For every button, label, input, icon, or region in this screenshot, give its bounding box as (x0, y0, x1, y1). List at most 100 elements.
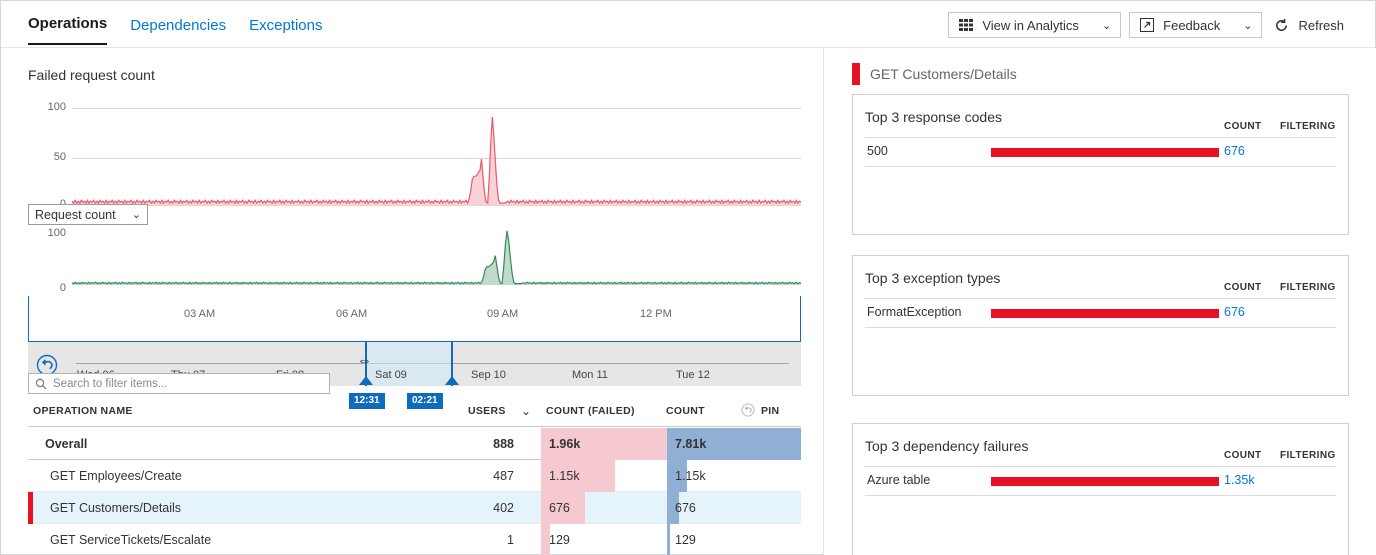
view-in-analytics-button[interactable]: View in Analytics ⌄ (948, 12, 1121, 38)
card-col-filtering: FILTERING (1280, 450, 1336, 461)
card-title: Top 3 dependency failures (865, 438, 1028, 454)
operation-color-swatch (852, 63, 860, 85)
x-tick: 03 AM (184, 308, 215, 320)
row-users: 487 (464, 469, 514, 483)
search-input[interactable] (53, 378, 323, 390)
card-row-bar (991, 309, 1219, 318)
card-col-filtering: FILTERING (1280, 121, 1336, 132)
row-count-failed: 129 (549, 533, 570, 547)
table-row[interactable]: GET Employees/Create 487 1.15k 1.15k (28, 460, 801, 492)
row-users: 402 (464, 501, 514, 515)
filter-search-box[interactable] (28, 373, 330, 394)
card-row[interactable]: 500 676 (865, 138, 1336, 166)
left-pane: Failed request count 100 50 0 Request co… (1, 48, 823, 555)
row-count-cell: 7.81k (667, 428, 801, 460)
y-tick: 100 (28, 101, 66, 113)
row-count-failed-cell: 1.15k (541, 460, 667, 492)
row-count-cell: 129 (667, 524, 801, 555)
table-row[interactable]: Overall 888 1.96k 7.81k (28, 428, 801, 460)
metric-select[interactable]: Request count ⌄ (28, 204, 148, 225)
table-row[interactable]: GET ServiceTickets/Escalate 1 129 129 (28, 524, 801, 555)
row-count: 7.81k (675, 437, 706, 451)
x-tick: 06 AM (336, 308, 367, 320)
row-count: 676 (675, 501, 696, 515)
feedback-button[interactable]: Feedback ⌄ (1129, 12, 1262, 38)
search-icon (35, 378, 47, 390)
row-operation-name: Overall (45, 437, 87, 451)
top-dependency-failures-card: Top 3 dependency failures COUNT FILTERIN… (852, 423, 1349, 555)
y-tick: 100 (28, 227, 66, 239)
scrubber-day: Sep 10 (471, 369, 506, 381)
row-count-failed: 1.96k (549, 437, 580, 451)
row-count-failed-cell: 129 (541, 524, 667, 555)
refresh-label: Refresh (1298, 18, 1344, 33)
col-count-failed[interactable]: COUNT (FAILED) (546, 405, 635, 417)
time-axis: 03 AM 06 AM 09 AM 12 PM (28, 296, 801, 342)
col-operation-name[interactable]: OPERATION NAME (33, 405, 133, 417)
card-row-label: 500 (867, 144, 888, 158)
failed-chart-title: Failed request count (28, 67, 155, 83)
card-row-bar (991, 148, 1219, 157)
card-row-count[interactable]: 1.35k (1224, 473, 1255, 487)
row-users: 888 (464, 437, 514, 451)
card-col-count: COUNT (1224, 121, 1262, 132)
selected-operation-header: GET Customers/Details (852, 63, 1017, 85)
row-count-failed-cell: 1.96k (541, 428, 667, 460)
selected-row-indicator (28, 492, 33, 524)
tab-bar: Operations Dependencies Exceptions (28, 15, 322, 45)
y-tick: 0 (28, 282, 66, 294)
card-row-label: Azure table (867, 473, 930, 487)
y-tick: 50 (28, 151, 66, 163)
feedback-label: Feedback (1163, 18, 1220, 33)
chevron-down-icon: ⌄ (1102, 19, 1111, 32)
row-count-failed: 676 (549, 501, 570, 515)
card-title: Top 3 response codes (865, 109, 1002, 125)
card-row[interactable]: Azure table 1.35k (865, 467, 1336, 495)
request-count-chart: 100 0 (28, 230, 801, 295)
tab-operations[interactable]: Operations (28, 15, 107, 45)
range-handle-left[interactable] (359, 376, 373, 385)
row-count-failed-cell: 676 (541, 492, 667, 524)
scrubber-day: Tue 12 (676, 369, 710, 381)
tab-exceptions[interactable]: Exceptions (249, 17, 322, 45)
row-operation-name: GET ServiceTickets/Escalate (50, 533, 211, 547)
chevron-down-icon: ⌄ (1243, 19, 1252, 32)
x-tick: 12 PM (640, 308, 672, 320)
row-operation-name: GET Employees/Create (50, 469, 182, 483)
table-row[interactable]: GET Customers/Details 402 676 676 (28, 492, 801, 524)
card-col-count: COUNT (1224, 282, 1262, 293)
request-series-plot (72, 230, 801, 295)
operations-table-header: OPERATION NAME USERS ⌄ COUNT (FAILED) CO… (28, 403, 801, 427)
card-row[interactable]: FormatException 676 (865, 299, 1336, 327)
card-row-count[interactable]: 676 (1224, 305, 1245, 319)
card-col-filtering: FILTERING (1280, 282, 1336, 293)
refresh-button[interactable]: Refresh (1270, 12, 1353, 38)
top-response-codes-card: Top 3 response codes COUNT FILTERING 500… (852, 94, 1349, 235)
tab-dependencies[interactable]: Dependencies (130, 17, 226, 45)
row-count: 129 (675, 533, 696, 547)
count-bar (667, 524, 670, 555)
row-count-failed: 1.15k (549, 469, 580, 483)
sort-chevron-down-icon[interactable]: ⌄ (521, 404, 531, 418)
horizontal-resize-cursor-icon: ⇔ (357, 352, 372, 369)
chevron-down-icon: ⌄ (132, 208, 141, 221)
col-count[interactable]: COUNT (666, 405, 705, 417)
selected-operation-name: GET Customers/Details (870, 66, 1017, 82)
col-users[interactable]: USERS (468, 405, 506, 417)
external-link-icon (1139, 18, 1154, 33)
analytics-grid-icon (958, 18, 973, 33)
card-col-count: COUNT (1224, 450, 1262, 461)
pin-reset-icon[interactable] (741, 403, 755, 417)
metric-select-value: Request count (35, 208, 132, 222)
card-row-label: FormatException (867, 305, 961, 319)
card-title: Top 3 exception types (865, 270, 1000, 286)
row-operation-name: GET Customers/Details (50, 501, 181, 515)
top-exception-types-card: Top 3 exception types COUNT FILTERING Fo… (852, 255, 1349, 396)
row-count-cell: 676 (667, 492, 801, 524)
col-pin[interactable]: PIN (761, 405, 779, 417)
refresh-icon (1274, 18, 1289, 33)
card-row-count[interactable]: 676 (1224, 144, 1245, 158)
blade-header: Operations Dependencies Exceptions (1, 1, 1375, 48)
range-handle-right[interactable] (445, 376, 459, 385)
command-bar: View in Analytics ⌄ Feedback ⌄ (948, 12, 1353, 38)
